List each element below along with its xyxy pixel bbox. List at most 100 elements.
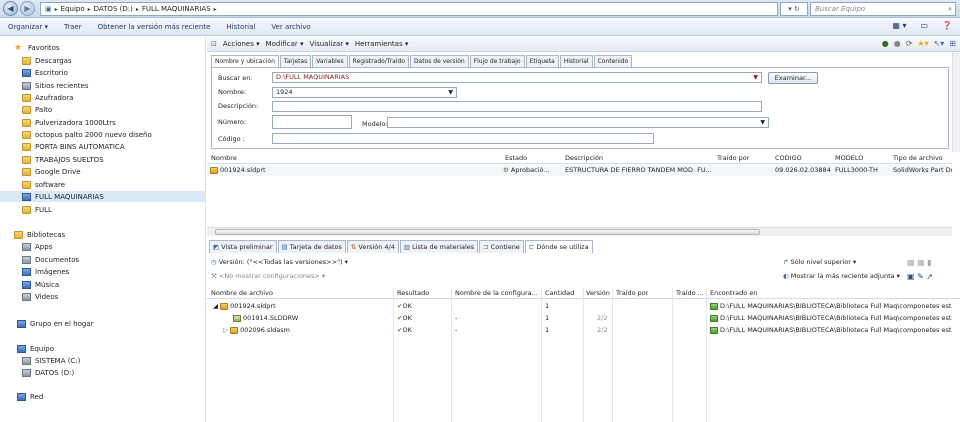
menu-acciones[interactable]: Acciones ▾	[223, 40, 260, 48]
refresh-icon[interactable]: ⟳	[906, 39, 913, 48]
codigo-field[interactable]	[272, 133, 654, 144]
examinar-button[interactable]: Examinar...	[768, 72, 818, 84]
menu-modificar[interactable]: Modificar ▾	[266, 40, 304, 48]
search-start-icon[interactable]: ●	[882, 39, 889, 48]
tools-icon[interactable]: ↖▾	[934, 39, 945, 48]
col-traido[interactable]: Traído ...	[676, 289, 704, 297]
nav-google-drive[interactable]: Google Drive	[22, 166, 205, 177]
col-tipo-archivo[interactable]: Tipo de archivo	[893, 154, 943, 162]
forward-button[interactable]: ▶	[20, 1, 35, 16]
col-resultado[interactable]: Resultado	[397, 289, 429, 297]
tab-variables[interactable]: Variables	[312, 55, 348, 67]
nombre-field[interactable]: 1924 ▼	[272, 87, 457, 98]
menu-traer[interactable]: Traer	[56, 23, 90, 31]
col-encontrado-en[interactable]: Encontrado en	[710, 289, 757, 297]
refresh-button[interactable]: ▾ ↻	[780, 2, 808, 16]
nav-sitios-recientes[interactable]: Sitios recientes	[22, 80, 205, 91]
nav-grupo-hogar[interactable]: Grupo en el hogar	[17, 318, 205, 329]
menu-herramientas[interactable]: Herramientas ▾	[355, 40, 408, 48]
col-traido-por[interactable]: Traído por	[616, 289, 648, 297]
chevron-down-icon[interactable]: ▼	[448, 88, 453, 97]
col-codigo[interactable]: CODIGO	[775, 154, 802, 162]
tab-lista-materiales[interactable]: ▥ Lista de materiales	[399, 240, 479, 253]
menu-organizar[interactable]: Organizar ▾	[0, 23, 56, 31]
tab-tarjetas[interactable]: Tarjetas	[279, 55, 312, 67]
tab-donde-se-utiliza[interactable]: ⊏ Dónde se utiliza	[524, 240, 593, 253]
breadcrumb-equipo[interactable]: Equipo	[61, 5, 85, 13]
breadcrumb-full-maquinarias[interactable]: FULL MAQUINARIAS	[142, 5, 211, 13]
menu-visualizar[interactable]: Visualizar ▾	[309, 40, 348, 48]
chevron-down-icon[interactable]: ▼	[753, 73, 758, 82]
table-row[interactable]: 001914.SLDDRW ✔OK - 1 2/2 D:\FULL MAQUIN…	[207, 313, 960, 324]
help-icon[interactable]: ❓	[942, 21, 952, 30]
col-version[interactable]: Versión	[586, 289, 610, 297]
nav-datos-d[interactable]: DATOS (D:)	[22, 367, 205, 378]
col-traido-por[interactable]: Traído por	[717, 154, 749, 162]
config-selector[interactable]: ⚒ <No mostrar configuraciones> ▾	[211, 272, 325, 280]
descripcion-field[interactable]	[272, 101, 762, 112]
modelo-field[interactable]: ▼	[387, 117, 769, 128]
nav-pulverizadora[interactable]: Pulverizadora 1000Ltrs	[22, 117, 205, 128]
tab-flujo-trabajo[interactable]: Flujo de trabajo	[469, 55, 525, 67]
preview-pane-icon[interactable]: ▭	[920, 21, 928, 30]
col-nombre-archivo[interactable]: Nombre de archivo	[211, 289, 273, 297]
chevron-down-icon[interactable]: ▼	[760, 118, 765, 127]
tab-vista-preliminar[interactable]: ◩ Vista preliminar	[209, 240, 277, 253]
nav-documentos[interactable]: Documentos	[22, 254, 205, 265]
numero-field[interactable]	[272, 115, 352, 129]
tab-contiene[interactable]: ⊐ Contiene	[479, 240, 524, 253]
export-icon[interactable]: ▦ ▦ ▮	[907, 258, 932, 267]
view-options-icon[interactable]: ▦ ▾	[892, 21, 906, 30]
search-input[interactable]: Buscar Equipo ⌕	[810, 2, 956, 16]
table-row[interactable]: ◢ 001924.sldprt ✔OK 1 D:\FULL MAQUINARIA…	[207, 301, 960, 312]
table-row[interactable]: ▷ 002096.sldasm ✔OK - 1 2/2 D:\FULL MAQU…	[207, 325, 960, 336]
nav-escritorio[interactable]: Escritorio	[22, 67, 205, 78]
nav-porta-bins[interactable]: PORTA BINS AUTOMATICA	[22, 141, 205, 152]
col-nombre[interactable]: Nombre	[211, 154, 237, 162]
results-scrollbar[interactable]	[207, 227, 952, 236]
nav-videos[interactable]: Videos	[22, 291, 205, 302]
nav-azufradora[interactable]: Azufradora	[22, 92, 205, 103]
col-cantidad[interactable]: Cantidad	[545, 289, 574, 297]
menu-historial[interactable]: Historial	[218, 23, 263, 31]
address-field[interactable]: ▣ ▸ Equipo ▸ DATOS (D:) ▸ FULL MAQUINARI…	[40, 2, 778, 16]
buscar-en-field[interactable]: D:\FULL MAQUINARIAS ▼	[272, 72, 762, 83]
solo-nivel-toggle[interactable]: ↱ Sólo nivel superior ▾	[783, 258, 856, 266]
favorite-icon[interactable]: ★▾	[917, 39, 928, 48]
breadcrumb-datos[interactable]: DATOS (D:)	[94, 5, 133, 13]
nav-software[interactable]: software	[22, 179, 205, 190]
col-estado[interactable]: Estado	[505, 154, 527, 162]
nav-bibliotecas[interactable]: Bibliotecas	[14, 229, 205, 240]
scroll-thumb[interactable]	[215, 229, 760, 235]
back-button[interactable]: ◀	[3, 1, 18, 16]
tab-historial[interactable]: Historial	[559, 55, 593, 67]
nav-imagenes[interactable]: Imágenes	[22, 266, 205, 277]
collapse-icon[interactable]: ◢	[213, 302, 220, 310]
tab-etiqueta[interactable]: Etiqueta	[525, 55, 559, 67]
nav-red[interactable]: Red	[17, 391, 205, 402]
tab-registrado-traido[interactable]: Registrado/Traído	[348, 55, 409, 67]
tab-datos-version[interactable]: Datos de versión	[409, 55, 469, 67]
nav-favoritos[interactable]: ★ Favoritos	[14, 42, 205, 53]
nav-sistema-c[interactable]: SISTEMA (C:)	[22, 355, 205, 366]
save-icon[interactable]: ▣ ✎ ➚	[907, 272, 933, 281]
col-nombre-config[interactable]: Nombre de la configura...	[455, 289, 539, 297]
nav-musica[interactable]: Música	[22, 279, 205, 290]
nav-full-maquinarias[interactable]: FULL MAQUINARIAS	[0, 191, 205, 202]
nav-octopus[interactable]: octopus palto 2000 nuevo diseño	[22, 129, 205, 140]
col-descripcion[interactable]: Descripción	[565, 154, 603, 162]
menu-ver-archivo[interactable]: Ver archivo	[263, 23, 318, 31]
menu-obtener-version[interactable]: Obtener la versión más reciente	[90, 23, 219, 31]
nav-trabajos-sueltos[interactable]: TRABAJOS SUELTOS	[22, 154, 205, 165]
tab-contenido[interactable]: Contenido	[593, 55, 633, 67]
nav-equipo[interactable]: Equipo	[17, 343, 205, 354]
nav-apps[interactable]: Apps	[22, 241, 205, 252]
search-stop-icon[interactable]: ●	[894, 39, 901, 48]
expand-icon[interactable]: ▷	[223, 326, 230, 334]
nav-palto[interactable]: Palto	[22, 104, 205, 115]
table-row[interactable]: 001924.sldprt ⚙ Aprobació... ESTRUCTURA …	[207, 165, 952, 176]
search-form-scrollbar[interactable]	[952, 52, 960, 152]
mostrar-reciente-toggle[interactable]: ◐ Mostrar la más reciente adjunta ▾	[783, 272, 900, 280]
tab-tarjeta-datos[interactable]: ▤ Tarjeta de datos	[277, 240, 346, 253]
version-selector[interactable]: ◷ Versión: ("<<Todas las versiones>>") ▾	[211, 258, 348, 266]
